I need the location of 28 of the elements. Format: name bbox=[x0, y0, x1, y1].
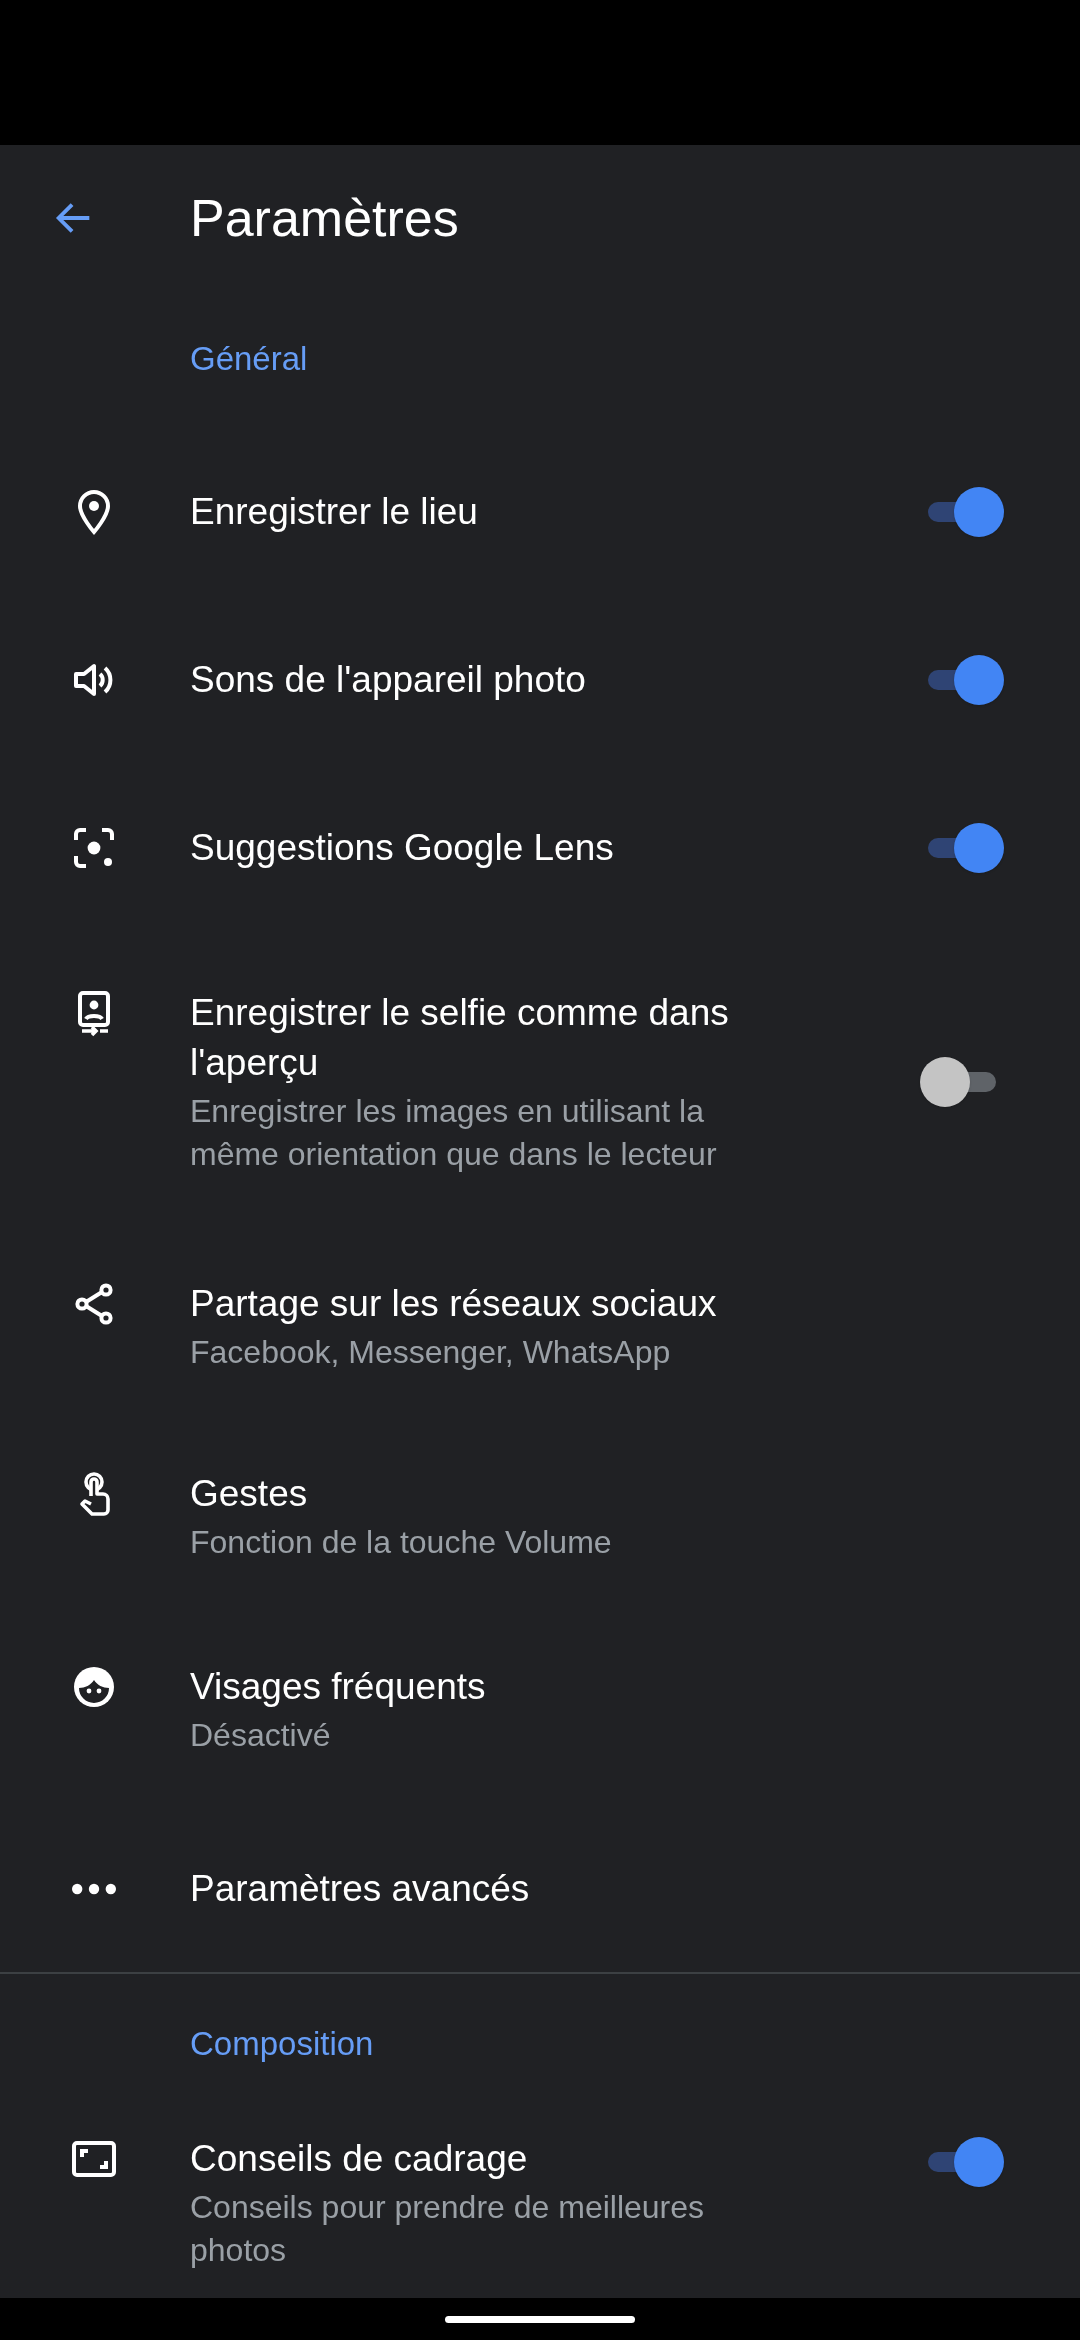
settings-item[interactable]: Partage sur les réseaux sociaux Facebook, Messenger, WhatsApp bbox=[0, 1232, 1080, 1420]
settings-item[interactable]: Visages fréquents Désactivé bbox=[0, 1612, 1080, 1806]
item-subtitle: Désactivé bbox=[190, 1715, 332, 1755]
item-title: Sons de l'appareil photo bbox=[190, 658, 587, 702]
settings-item[interactable]: Enregistrer le selfie comme dans l'aperçu Enregistrer les images en utilisant la même orientation que dans le lecteur bbox=[0, 932, 1080, 1232]
settings-item[interactable]: Suggestions Google Lens bbox=[0, 764, 1080, 932]
section-header: Composition bbox=[190, 2024, 374, 2065]
settings-item[interactable]: Gestes Fonction de la touche Volume bbox=[0, 1420, 1080, 1612]
home-indicator[interactable] bbox=[445, 2315, 635, 2323]
item-title: Gestes bbox=[190, 1471, 309, 1516]
item-subtitle: Enregistrer les images en utilisant la même orientation que dans le lecteur bbox=[190, 1092, 718, 1174]
item-subtitle: Facebook, Messenger, WhatsApp bbox=[190, 1332, 672, 1372]
item-title: Visages fréquents bbox=[190, 1664, 487, 1709]
page-title: Paramètres bbox=[190, 187, 459, 249]
item-title: Enregistrer le selfie comme dans l'aperçu bbox=[190, 991, 730, 1085]
more-icon bbox=[72, 1883, 116, 1895]
settings-item[interactable]: Enregistrer le lieu bbox=[0, 428, 1080, 596]
section-header: Général bbox=[190, 339, 308, 380]
item-title: Partage sur les réseaux sociaux bbox=[190, 1281, 718, 1326]
settings-item[interactable]: Conseils de cadrage Conseils pour prendre de meilleures photos bbox=[0, 2114, 1080, 2297]
settings-item[interactable]: Paramètres avancés bbox=[0, 1806, 1080, 1972]
item-title: Conseils de cadrage bbox=[190, 2137, 529, 2181]
item-title: Suggestions Google Lens bbox=[190, 826, 615, 870]
item-title: Paramètres avancés bbox=[190, 1867, 531, 1911]
settings-item[interactable]: Sons de l'appareil photo bbox=[0, 596, 1080, 764]
item-title: Enregistrer le lieu bbox=[190, 490, 479, 534]
item-subtitle: Fonction de la touche Volume bbox=[190, 1522, 613, 1562]
item-subtitle: Conseils pour prendre de meilleures photos bbox=[190, 2188, 706, 2270]
